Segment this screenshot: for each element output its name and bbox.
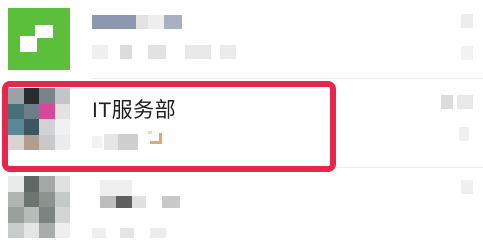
blurred-text: [185, 45, 211, 59]
blurred-text: [136, 15, 148, 29]
status-redacted: [459, 127, 469, 141]
blurred-text: [116, 196, 132, 208]
blurred-text: [100, 196, 116, 208]
chat-list-item[interactable]: [0, 0, 483, 78]
chat-list-item-it-service[interactable]: IT服务部: [0, 79, 483, 167]
blurred-text: [118, 134, 138, 150]
blurred-text: [92, 228, 106, 238]
chat-list: IT服务部: [0, 0, 483, 240]
avatar: [8, 88, 70, 150]
blurred-text: [148, 15, 164, 29]
blurred-text: [100, 180, 132, 196]
status-redacted: [461, 46, 473, 60]
blurred-text: [162, 196, 180, 208]
timestamp-redacted: [461, 180, 473, 194]
blurred-text: [120, 228, 134, 238]
timestamp-redacted: [441, 95, 453, 109]
timestamp-redacted: [457, 95, 473, 109]
chat-list-item[interactable]: [0, 168, 483, 240]
blurred-text: [104, 134, 118, 150]
blurred-text: [164, 15, 182, 29]
blurred-icon: [148, 131, 162, 144]
blurred-text: [220, 45, 236, 59]
blurred-text: [92, 45, 108, 59]
blurred-text: [92, 15, 136, 29]
avatar: [8, 176, 70, 238]
avatar: [8, 8, 70, 70]
blurred-text: [132, 196, 146, 208]
blurred-text: [120, 45, 132, 59]
timestamp-redacted: [461, 14, 473, 28]
blurred-text: [148, 45, 166, 59]
blurred-text: [150, 228, 166, 238]
blurred-text: [92, 136, 102, 148]
chat-name: IT服务部: [92, 99, 177, 122]
